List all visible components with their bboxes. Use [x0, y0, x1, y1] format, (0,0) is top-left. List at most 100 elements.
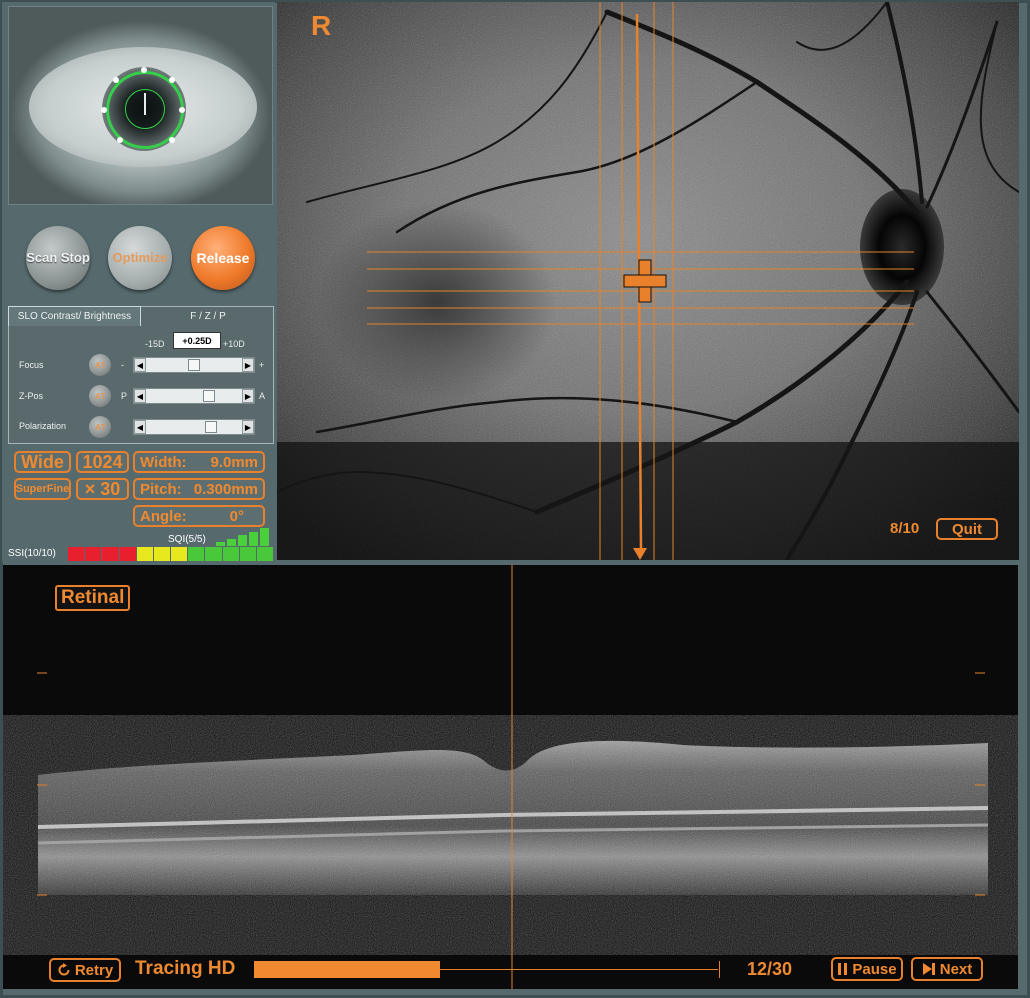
sqi-label: SQI(5/5) — [168, 534, 206, 545]
optimize-button[interactable]: Optimize — [108, 226, 172, 290]
diopter-max-label: +10D — [223, 339, 245, 349]
ssi-segment — [171, 547, 188, 561]
sqi-bar — [260, 528, 269, 546]
reflex-dot — [169, 77, 175, 83]
focus-min-marker: - — [121, 360, 124, 370]
retry-button[interactable]: Retry — [49, 958, 121, 982]
pitch-value: 0.300mm — [193, 480, 258, 498]
eye-side-indicator: R — [311, 10, 332, 41]
quality-tag[interactable]: SuperFine — [14, 478, 71, 500]
reflex-dot — [101, 107, 107, 113]
sqi-meter — [216, 528, 272, 546]
slider-right-arrow-icon[interactable]: ▶ — [242, 420, 254, 434]
slider-left-arrow-icon[interactable]: ◀ — [134, 420, 146, 434]
fundus-shadow — [277, 442, 1019, 560]
next-label: Next — [939, 960, 973, 978]
bscan-canvas — [3, 565, 1018, 989]
scan-stop-button[interactable]: Scan Stop — [26, 226, 90, 290]
anterior-eye-view — [8, 6, 273, 205]
tab-slo-contrast[interactable]: SLO Contrast/ Brightness — [8, 306, 141, 326]
pause-label: Pause — [852, 960, 897, 978]
progress-end-marker — [718, 961, 720, 978]
slider-thumb[interactable] — [188, 359, 200, 371]
ssi-segment — [153, 547, 171, 561]
oct-bscan-view: Retinal Retry Tracing HD 12/30 Pause Nex… — [3, 565, 1018, 989]
angle-value: 0° — [229, 507, 244, 525]
resolution-tag[interactable]: 1024 — [76, 451, 129, 473]
sqi-bar — [227, 538, 236, 546]
polarization-auto-button[interactable]: AT — [89, 416, 111, 438]
pause-icon — [838, 963, 848, 975]
adjustment-panel: SLO Contrast/ Brightness F / Z / P -15D … — [8, 306, 274, 444]
diopter-value-field[interactable]: +0.25D — [173, 332, 221, 349]
width-value: 9.0mm — [210, 453, 258, 471]
pitch-label: Pitch: — [140, 480, 182, 498]
image-counter: 8/10 — [890, 520, 920, 537]
width-tag[interactable]: Width: 9.0mm — [133, 451, 265, 473]
ssi-segment — [256, 547, 274, 561]
slider-thumb[interactable] — [203, 390, 216, 402]
ssi-segment — [68, 547, 85, 561]
zpos-auto-button[interactable]: AT — [89, 385, 111, 407]
zpos-label: Z-Pos — [19, 391, 44, 401]
focus-auto-button[interactable]: AT — [89, 354, 111, 376]
ssi-segment — [136, 547, 153, 561]
angle-tag[interactable]: Angle: 0° — [133, 505, 265, 527]
scan-mode-tag[interactable]: Wide — [14, 451, 71, 473]
width-label: Width: — [140, 453, 187, 471]
averaging-tag[interactable]: × 30 — [76, 478, 129, 500]
quit-button[interactable]: Quit — [936, 518, 998, 540]
retry-label: Retry — [74, 961, 114, 979]
focus-max-marker: + — [259, 360, 265, 370]
ssi-segment — [102, 547, 119, 561]
next-button[interactable]: Next — [911, 957, 983, 981]
reflex-dot — [113, 77, 119, 83]
ssi-segment — [119, 547, 136, 561]
slider-thumb[interactable] — [204, 421, 217, 433]
ssi-segment — [188, 547, 205, 561]
slider-right-arrow-icon[interactable]: ▶ — [242, 358, 254, 372]
focus-label: Focus — [19, 360, 44, 370]
scan-progress-bar — [254, 959, 720, 979]
next-icon — [922, 963, 935, 975]
control-panel: Scan Stop Optimize Release SLO Contrast/… — [2, 2, 275, 562]
alignment-needle-icon — [144, 93, 146, 115]
release-button[interactable]: Release — [191, 226, 255, 290]
retry-icon — [58, 963, 70, 976]
tracing-status: Tracing HD — [135, 958, 236, 979]
slider-left-arrow-icon[interactable]: ◀ — [134, 358, 146, 372]
macula — [317, 202, 557, 402]
zpos-min-marker: P — [121, 391, 128, 401]
ssi-meter — [68, 547, 274, 561]
bscan-speckle — [38, 735, 988, 935]
scan-count: 12/30 — [747, 959, 793, 979]
reflex-dot — [117, 137, 123, 143]
tab-fzp[interactable]: F / Z / P — [141, 306, 275, 326]
ssi-label: SSI(10/10) — [8, 548, 56, 559]
sqi-bar — [249, 531, 258, 546]
angle-label: Angle: — [140, 507, 187, 525]
zpos-max-marker: A — [259, 391, 266, 401]
fundus-image[interactable]: R 8/10 Quit — [277, 2, 1019, 560]
slider-left-arrow-icon[interactable]: ◀ — [134, 389, 146, 403]
reflex-dot — [141, 67, 147, 73]
sqi-bar — [238, 535, 247, 546]
zpos-slider[interactable]: ◀ ▶ — [133, 388, 255, 404]
scan-region-label[interactable]: Retinal — [55, 585, 131, 611]
polarization-slider[interactable]: ◀ ▶ — [133, 419, 255, 435]
focus-slider[interactable]: ◀ ▶ — [133, 357, 255, 373]
fundus-canvas — [277, 2, 1019, 560]
progress-fill — [254, 961, 440, 978]
sqi-bar — [216, 542, 225, 546]
ssi-segment — [85, 547, 102, 561]
ssi-segment — [222, 547, 239, 561]
polarization-label: Polarization — [19, 421, 67, 431]
pause-button[interactable]: Pause — [831, 957, 903, 981]
ssi-segment — [239, 547, 256, 561]
slider-right-arrow-icon[interactable]: ▶ — [242, 389, 254, 403]
ssi-segment — [205, 547, 222, 561]
diopter-min-label: -15D — [145, 339, 165, 349]
reflex-dot — [169, 137, 175, 143]
reflex-dot — [179, 107, 185, 113]
pitch-tag[interactable]: Pitch: 0.300mm — [133, 478, 265, 500]
